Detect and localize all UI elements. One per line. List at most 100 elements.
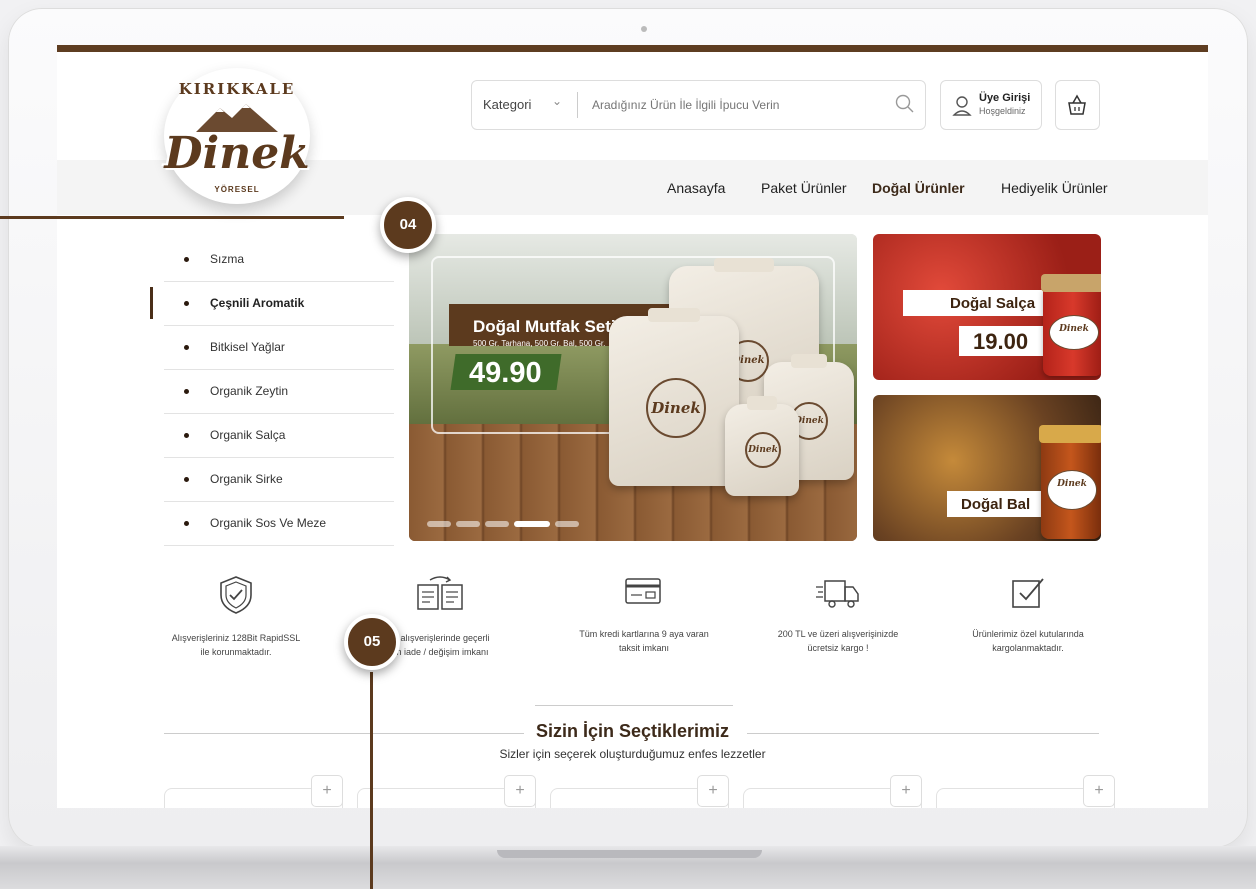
bullet bbox=[184, 521, 189, 526]
chevron-down-icon[interactable]: ⌄ bbox=[552, 94, 562, 108]
bullet bbox=[184, 389, 189, 394]
add-to-cart-button[interactable]: + bbox=[311, 775, 343, 807]
website-screen: KIRIKKALE Dinek YÖRESEL Kategori ⌄ Üye G… bbox=[57, 45, 1208, 808]
nav-hediyelik-urunler[interactable]: Hediyelik Ürünler bbox=[1001, 180, 1108, 196]
category-sidebar: Sızma Çeşnili Aromatik Bitkisel Yağlar O… bbox=[150, 238, 394, 546]
exchange-icon bbox=[417, 576, 463, 610]
category-select[interactable]: Kategori bbox=[483, 97, 531, 112]
product-card[interactable]: + bbox=[357, 775, 536, 808]
feature-text: Ürünlerimiz özel kutularında bbox=[972, 629, 1084, 639]
sidebar-item-label: Bitkisel Yağlar bbox=[210, 340, 285, 354]
login-title: Üye Girişi bbox=[979, 92, 1031, 104]
user-icon bbox=[952, 96, 972, 116]
feature-packaging: Ürünlerimiz özel kutularında kargolanmakt… bbox=[933, 575, 1123, 655]
laptop-base bbox=[0, 846, 1256, 889]
hero-subtitle: 500 Gr. Tarhana, 500 Gr. Bal, 500 Gr. bbox=[473, 339, 606, 348]
add-to-cart-button[interactable]: + bbox=[890, 775, 922, 807]
search-divider bbox=[577, 92, 578, 118]
promo-bal[interactable]: Doğal Bal Dinek bbox=[873, 395, 1101, 541]
nav-paket-urunler[interactable]: Paket Ürünler bbox=[761, 180, 847, 196]
feature-text: 200 TL ve üzeri alışverişinizde bbox=[777, 629, 899, 639]
site-logo[interactable]: KIRIKKALE Dinek YÖRESEL bbox=[164, 68, 314, 208]
sidebar-item-label: Organik Sirke bbox=[210, 472, 283, 486]
bullet bbox=[184, 345, 189, 350]
section-title: Sizin İçin Seçtiklerimiz bbox=[535, 721, 730, 741]
add-to-cart-button[interactable]: + bbox=[697, 775, 729, 807]
sidebar-item-organik-salca[interactable]: Organik Salça bbox=[164, 414, 394, 458]
sidebar-item-sizma[interactable]: Sızma bbox=[164, 238, 394, 282]
bag-neck bbox=[714, 258, 774, 272]
sidebar-item-label: Çeşnili Aromatik bbox=[210, 296, 305, 310]
slider-dots bbox=[427, 514, 584, 532]
feature-text: taksit imkanı bbox=[618, 643, 669, 653]
login-subtitle: Hoşgeldiniz bbox=[979, 106, 1026, 116]
feature-shipping: 200 TL ve üzeri alışverişinizde ücretsiz … bbox=[743, 575, 933, 655]
sidebar-item-label: Organik Zeytin bbox=[210, 384, 289, 398]
product-card[interactable]: + bbox=[550, 775, 729, 808]
sidebar-item-label: Sızma bbox=[210, 252, 245, 266]
salca-jar: Dinek bbox=[1041, 274, 1101, 376]
bag-stamp: Dinek bbox=[745, 432, 781, 468]
callout-badge-05: 05 bbox=[344, 614, 400, 670]
cart-button[interactable] bbox=[1055, 80, 1100, 130]
jar-lid bbox=[1041, 274, 1101, 292]
credit-card-icon bbox=[625, 578, 661, 604]
slider-dot[interactable] bbox=[456, 521, 480, 527]
feature-text: ün iade / değişim imkanı bbox=[391, 647, 489, 657]
bullet bbox=[184, 433, 189, 438]
product-card[interactable]: + bbox=[743, 775, 922, 808]
bullet bbox=[184, 301, 189, 306]
logo-arc-text: KIRIKKALE bbox=[178, 80, 296, 98]
add-to-cart-button[interactable]: + bbox=[1083, 775, 1115, 807]
hero-slider[interactable]: Doğal Mutfak Seti 500 Gr. Tarhana, 500 G… bbox=[409, 234, 857, 541]
nav-anasayfa[interactable]: Anasayfa bbox=[667, 180, 725, 196]
bag-stamp: Dinek bbox=[646, 378, 706, 438]
sidebar-item-bitkisel-yaglar[interactable]: Bitkisel Yağlar bbox=[164, 326, 394, 370]
sidebar-item-organik-sos-ve-meze[interactable]: Organik Sos Ve Meze bbox=[164, 502, 394, 546]
logo-script-text: Dinek bbox=[164, 128, 310, 179]
feature-installment: Tüm kredi kartlarına 9 aya varan taksit i… bbox=[549, 575, 739, 655]
promo-salca[interactable]: Doğal Salça 19.00 Dinek bbox=[873, 234, 1101, 380]
callout-badge-04: 04 bbox=[380, 197, 436, 253]
feature-ssl: Alışverişleriniz 128Bit RapidSSL ile koru… bbox=[141, 575, 331, 659]
checkbox-icon bbox=[1012, 578, 1044, 608]
hero-price: 49.90 bbox=[469, 357, 542, 389]
slider-dot[interactable] bbox=[555, 521, 579, 527]
feature-text: Alışverişleriniz 128Bit RapidSSL bbox=[171, 633, 301, 643]
slider-dot[interactable] bbox=[485, 521, 509, 527]
login-button[interactable]: Üye Girişi Hoşgeldiniz bbox=[940, 80, 1042, 130]
promo-title: Doğal Salça bbox=[950, 295, 1036, 312]
feature-text: ücretsiz kargo ! bbox=[807, 643, 869, 653]
sidebar-item-organik-zeytin[interactable]: Organik Zeytin bbox=[164, 370, 394, 414]
webcam bbox=[641, 26, 647, 32]
product-card[interactable]: + bbox=[936, 775, 1115, 808]
bag-neck bbox=[791, 354, 827, 368]
sidebar-item-cesnili-aromatik[interactable]: Çeşnili Aromatik bbox=[150, 282, 394, 326]
feature-text: kargolanmaktadır. bbox=[992, 643, 1064, 653]
nav-dogal-urunler[interactable]: Doğal Ürünler bbox=[872, 180, 965, 196]
bag-neck bbox=[747, 396, 777, 410]
shield-check-icon bbox=[220, 576, 252, 614]
jar-label: Dinek bbox=[1047, 470, 1097, 510]
slider-dot[interactable] bbox=[427, 521, 451, 527]
sidebar-item-label: Organik Salça bbox=[210, 428, 286, 442]
product-bag-small: Dinek bbox=[725, 396, 799, 496]
callout-line-04 bbox=[0, 216, 344, 219]
sidebar-item-organik-sirke[interactable]: Organik Sirke bbox=[164, 458, 394, 502]
product-card[interactable]: + bbox=[164, 775, 343, 808]
promo-price: 19.00 bbox=[973, 329, 1029, 354]
slider-dot-active[interactable] bbox=[514, 521, 550, 527]
top-brand-bar bbox=[57, 45, 1208, 52]
search-icon[interactable] bbox=[895, 94, 915, 114]
section-subtitle: Sizler için seçerek oluşturduğumuz enfes… bbox=[499, 747, 766, 761]
bullet bbox=[184, 257, 189, 262]
laptop-notch bbox=[497, 850, 762, 858]
search-input[interactable] bbox=[590, 93, 884, 117]
basket-icon bbox=[1068, 94, 1086, 115]
product-bag-medium: Dinek bbox=[609, 308, 739, 486]
add-to-cart-button[interactable]: + bbox=[504, 775, 536, 807]
promo-title: Doğal Bal bbox=[961, 496, 1031, 513]
callout-line-05 bbox=[370, 672, 373, 889]
logo-sub-text: YÖRESEL bbox=[212, 185, 262, 194]
section-divider-top bbox=[535, 705, 733, 706]
